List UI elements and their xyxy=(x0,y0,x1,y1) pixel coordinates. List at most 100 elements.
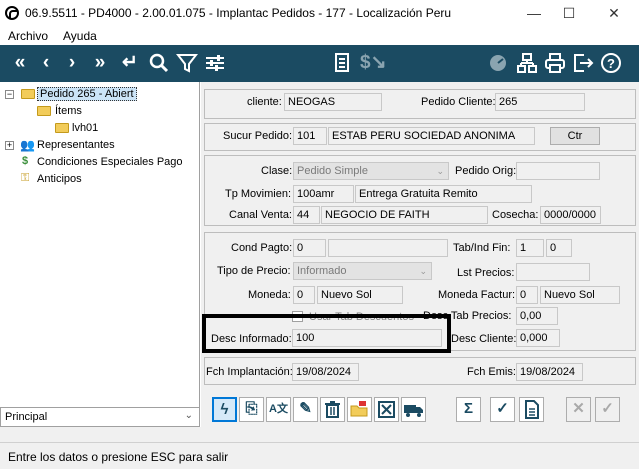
chevron-down-icon: ⌄ xyxy=(184,410,193,421)
close-button[interactable]: ✕ xyxy=(600,3,628,23)
desc-cliente-label: Desc Cliente: xyxy=(451,333,517,345)
chevron-down-icon: ⌄ xyxy=(436,166,444,176)
sucur-label: Sucur Pedido: xyxy=(223,130,293,142)
key-icon: ⚿ xyxy=(21,172,30,184)
desc-tab-precios-field[interactable]: 0,00 xyxy=(516,307,558,325)
fch-implantacion-field[interactable]: 19/08/2024 xyxy=(292,363,359,381)
tipo-precio-value: Informado xyxy=(297,265,347,277)
check-icon[interactable]: ✓ xyxy=(490,397,515,422)
tp-movimien-code-field[interactable]: 100amr xyxy=(293,185,354,203)
main-toolbar: « ‹ › » ↵ $↘ ? xyxy=(0,45,639,82)
view-selector[interactable]: Principal ⌄ xyxy=(0,407,200,427)
expand-icon[interactable]: + xyxy=(5,141,14,150)
tree-item-lvh01[interactable]: lvh01 xyxy=(72,122,98,134)
tree-item-anticipos[interactable]: Anticipos xyxy=(37,173,82,185)
ctr-button[interactable]: Ctr xyxy=(550,127,600,145)
pedido-orig-label: Pedido Orig: xyxy=(455,165,517,177)
lightning-icon[interactable]: ϟ xyxy=(212,397,237,422)
tab-ind-fin-field-1[interactable]: 1 xyxy=(516,239,544,257)
tree-item-representantes[interactable]: Representantes xyxy=(37,139,115,151)
money-icon: $ xyxy=(22,155,29,167)
tab-ind-fin-label: Tab/Ind Fin: xyxy=(453,242,511,254)
sucur-code-field[interactable]: 101 xyxy=(293,127,327,145)
network-icon[interactable] xyxy=(516,51,538,75)
tipo-precio-select[interactable]: Informado ⌄ xyxy=(293,262,432,280)
pedido-cliente-label: Pedido Cliente: xyxy=(421,96,496,108)
highlight-box xyxy=(202,314,451,353)
cliente-label: cliente: xyxy=(247,96,282,108)
clase-value: Pedido Simple xyxy=(297,165,368,177)
gauge-icon[interactable] xyxy=(487,51,509,75)
cliente-field[interactable]: NEOGAS xyxy=(284,93,382,111)
spacer xyxy=(0,427,639,442)
trash-icon[interactable] xyxy=(320,397,345,422)
copy-doc-icon[interactable]: ⎘ xyxy=(239,397,264,422)
sum-icon[interactable]: Σ xyxy=(456,397,481,422)
cond-pagto-label: Cond Pagto: xyxy=(231,242,293,254)
cond-pagto-code-field[interactable]: 0 xyxy=(293,239,326,257)
fch-emis-field[interactable]: 19/08/2024 xyxy=(516,363,583,381)
report-icon[interactable] xyxy=(333,51,353,75)
open-folder-icon[interactable] xyxy=(347,397,372,422)
exit-icon[interactable] xyxy=(572,51,594,75)
folder-open-icon xyxy=(21,89,35,99)
edit-doc-icon[interactable]: ✎ xyxy=(293,397,318,422)
view-selector-value: Principal xyxy=(5,411,48,423)
fch-emis-label: Fch Emis: xyxy=(467,366,516,378)
cancel-icon[interactable]: ✕ xyxy=(566,397,591,422)
moneda-name-field: Nuevo Sol xyxy=(317,286,403,304)
fch-implantacion-label: Fch Implantación: xyxy=(206,366,293,378)
lst-precios-field[interactable] xyxy=(516,263,590,281)
folder-icon xyxy=(55,123,69,133)
left-icon[interactable]: ‹ xyxy=(36,51,56,75)
moneda-code-field[interactable]: 0 xyxy=(293,286,315,304)
navigation-tree: − Pedido 265 - Abiert Ítems lvh01 + 👥 Re… xyxy=(0,82,200,407)
cosecha-field[interactable]: 0000/0000 xyxy=(540,206,601,224)
moneda-label: Moneda: xyxy=(248,289,291,301)
price-icon[interactable]: $↘ xyxy=(360,51,387,75)
maximize-button[interactable]: ☐ xyxy=(555,3,583,23)
status-bar: Entre los datos o presione ESC para sali… xyxy=(0,442,639,469)
double-left-icon[interactable]: « xyxy=(8,51,32,75)
tab-ind-fin-field-2[interactable]: 0 xyxy=(546,239,572,257)
lst-precios-label: Lst Precios: xyxy=(457,267,515,279)
desc-cliente-field[interactable]: 0,000 xyxy=(516,329,560,347)
pedido-cliente-field[interactable]: 265 xyxy=(495,93,585,111)
menu-archivo[interactable]: Archivo xyxy=(8,29,48,43)
collapse-icon[interactable]: − xyxy=(5,90,14,99)
canal-venta-code-field[interactable]: 44 xyxy=(293,206,320,224)
moneda-factur-code-field[interactable]: 0 xyxy=(516,286,538,304)
menu-bar: Archivo Ayuda xyxy=(0,27,639,45)
sliders-icon[interactable] xyxy=(204,51,226,75)
chevron-down-icon: ⌄ xyxy=(419,266,427,276)
search-icon[interactable] xyxy=(148,51,170,75)
tree-item-items[interactable]: Ítems xyxy=(55,105,82,117)
status-text: Entre los datos o presione ESC para sali… xyxy=(8,450,229,464)
clase-select[interactable]: Pedido Simple ⌄ xyxy=(293,162,449,180)
double-right-icon[interactable]: » xyxy=(88,51,112,75)
help-icon[interactable]: ? xyxy=(600,51,622,75)
minimize-button[interactable]: — xyxy=(520,3,548,23)
truck-icon[interactable] xyxy=(401,397,426,422)
document-icon[interactable] xyxy=(519,397,544,422)
tp-movimien-label: Tp Movimien: xyxy=(225,188,292,200)
canal-venta-name-field: NEGOCIO DE FAITH xyxy=(321,206,488,224)
tree-item-pedido[interactable]: Pedido 265 - Abiert xyxy=(37,87,137,101)
tipo-precio-label: Tipo de Precio: xyxy=(217,265,291,277)
people-icon: 👥 xyxy=(20,138,35,152)
filter-icon[interactable] xyxy=(176,51,198,75)
print-icon[interactable] xyxy=(544,51,566,75)
folder-icon xyxy=(37,106,51,116)
enter-icon[interactable]: ↵ xyxy=(118,51,142,75)
sucur-name-field: ESTAB PERU SOCIEDAD ANONIMA xyxy=(328,127,535,145)
menu-ayuda[interactable]: Ayuda xyxy=(63,29,97,43)
tree-item-condiciones[interactable]: Condiciones Especiales Pago xyxy=(37,156,183,168)
app-logo-icon xyxy=(5,6,19,20)
confirm-icon[interactable]: ✓ xyxy=(595,397,620,422)
right-icon[interactable]: › xyxy=(62,51,82,75)
pedido-orig-field[interactable] xyxy=(516,162,600,180)
canal-venta-label: Canal Venta: xyxy=(229,209,292,221)
cond-pagto-name-field xyxy=(328,239,448,257)
translate-doc-icon[interactable]: A文 xyxy=(266,397,291,422)
cancel-box-icon[interactable] xyxy=(374,397,399,422)
